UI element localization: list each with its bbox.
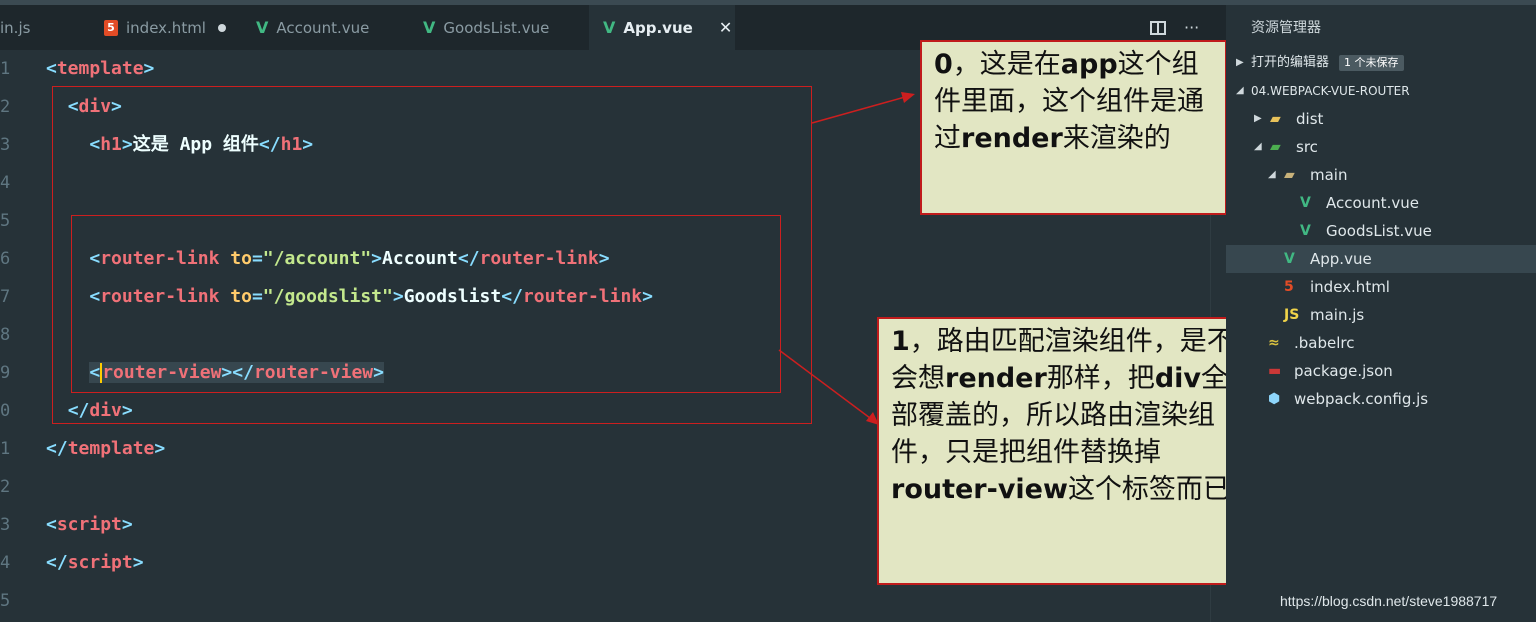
babel-icon: ≈ bbox=[1268, 335, 1280, 351]
vue-icon: V bbox=[1300, 223, 1311, 239]
file-tree-label: webpack.config.js bbox=[1294, 390, 1429, 408]
file-tree-item[interactable]: JS main.js bbox=[1226, 301, 1536, 329]
vue-icon: V bbox=[1284, 251, 1295, 267]
file-tree-label: dist bbox=[1296, 110, 1324, 128]
arrow-line-0 bbox=[811, 96, 906, 124]
file-tree-item[interactable]: ◢ ▰ main bbox=[1226, 161, 1536, 189]
arrow-head-0 bbox=[901, 92, 915, 103]
chevron-right-icon: ▶ bbox=[1236, 57, 1244, 68]
project-section[interactable]: ◢ 04.WEBPACK-VUE-ROUTER bbox=[1226, 77, 1536, 105]
webpack-icon: ⬢ bbox=[1268, 391, 1281, 407]
folder-open-icon: ▰ bbox=[1270, 139, 1281, 155]
file-tree-item[interactable]: V App.vue bbox=[1226, 245, 1536, 273]
file-tree-item[interactable]: ▬ package.json bbox=[1226, 357, 1536, 385]
file-tree-item[interactable]: ▶ ▰ dist bbox=[1226, 105, 1536, 133]
open-editors-label: 打开的编辑器 bbox=[1251, 55, 1330, 70]
file-tree-label: Account.vue bbox=[1326, 194, 1419, 212]
arrow-line-1 bbox=[778, 349, 871, 419]
explorer-title: 资源管理器 bbox=[1251, 20, 1321, 36]
npm-icon: ▬ bbox=[1268, 363, 1282, 379]
file-tree-item[interactable]: ⬢ webpack.config.js bbox=[1226, 385, 1536, 413]
file-tree-item[interactable]: ≈ .babelrc bbox=[1226, 329, 1536, 357]
vue-icon: V bbox=[1300, 195, 1311, 211]
file-tree-item[interactable]: V Account.vue bbox=[1226, 189, 1536, 217]
watermark: https://blog.csdn.net/steve1988717 bbox=[1280, 593, 1498, 609]
html5-icon: 5 bbox=[1284, 279, 1294, 295]
annotation-note-0: 0，这是在app这个组件里面，这个组件是通过render来渲染的 bbox=[920, 40, 1227, 215]
file-tree-item[interactable]: 5 index.html bbox=[1226, 273, 1536, 301]
file-tree-item[interactable]: V GoodsList.vue bbox=[1226, 217, 1536, 245]
file-tree-item[interactable]: ◢ ▰ src bbox=[1226, 133, 1536, 161]
file-tree-label: package.json bbox=[1294, 362, 1393, 380]
file-tree-label: src bbox=[1296, 138, 1318, 156]
unsaved-badge: 1 个未保存 bbox=[1339, 54, 1404, 71]
file-tree-label: main.js bbox=[1310, 306, 1365, 324]
file-tree-label: GoodsList.vue bbox=[1326, 222, 1432, 240]
chevron-down-icon: ◢ bbox=[1236, 85, 1244, 96]
open-editors-section[interactable]: ▶ 打开的编辑器 1 个未保存 bbox=[1226, 49, 1536, 77]
folder-icon: ▰ bbox=[1270, 111, 1281, 127]
js-icon: JS bbox=[1284, 307, 1300, 323]
chevron-down-icon: ◢ bbox=[1268, 169, 1276, 180]
file-tree-label: .babelrc bbox=[1294, 334, 1355, 352]
chevron-down-icon: ◢ bbox=[1254, 141, 1262, 152]
file-tree-label: App.vue bbox=[1310, 250, 1372, 268]
annotation-note-1: 1，路由匹配渲染组件，是不会想render那样，把div全部覆盖的，所以路由渲染… bbox=[877, 317, 1257, 585]
folder-open-icon: ▰ bbox=[1284, 167, 1295, 183]
project-title: 04.WEBPACK-VUE-ROUTER bbox=[1251, 84, 1410, 98]
chevron-right-icon: ▶ bbox=[1254, 113, 1262, 124]
explorer-sidebar: 资源管理器 ▶ 打开的编辑器 1 个未保存 ◢ 04.WEBPACK-VUE-RO… bbox=[1226, 5, 1536, 622]
file-tree-label: main bbox=[1310, 166, 1348, 184]
file-tree-label: index.html bbox=[1310, 278, 1390, 296]
